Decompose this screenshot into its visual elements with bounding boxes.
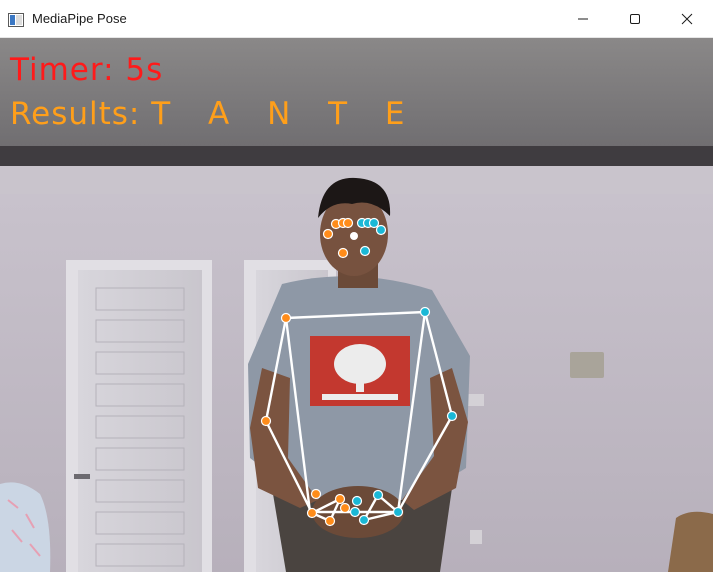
results-label: Results: — [10, 96, 141, 132]
results-overlay: Results: T A N T E — [10, 96, 419, 132]
nose-landmark — [350, 232, 358, 240]
title-bar[interactable]: MediaPipe Pose — [0, 0, 713, 38]
results-value: T A N T E — [151, 96, 419, 132]
minimize-button[interactable] — [557, 0, 609, 38]
app-window: MediaPipe Pose Timer: 5s Results: T A N … — [0, 0, 713, 572]
timer-label: Timer: — [10, 52, 115, 88]
timer-value: 5s — [125, 52, 164, 88]
camera-feed: Timer: 5s Results: T A N T E — [0, 38, 713, 572]
window-title: MediaPipe Pose — [32, 11, 127, 26]
window-controls — [557, 0, 713, 38]
minimize-icon — [578, 18, 588, 20]
wall-socket-low — [470, 530, 482, 544]
left-door-handle — [74, 474, 90, 479]
wall-socket — [468, 394, 484, 406]
app-icon — [8, 12, 24, 27]
wall-light-switch — [570, 352, 604, 378]
left-door — [78, 270, 202, 572]
close-icon — [681, 13, 693, 25]
maximize-button[interactable] — [609, 0, 661, 38]
close-button[interactable] — [661, 0, 713, 38]
maximize-icon — [630, 14, 640, 24]
timer-overlay: Timer: 5s — [10, 52, 163, 88]
ceiling-shadow — [0, 146, 713, 166]
